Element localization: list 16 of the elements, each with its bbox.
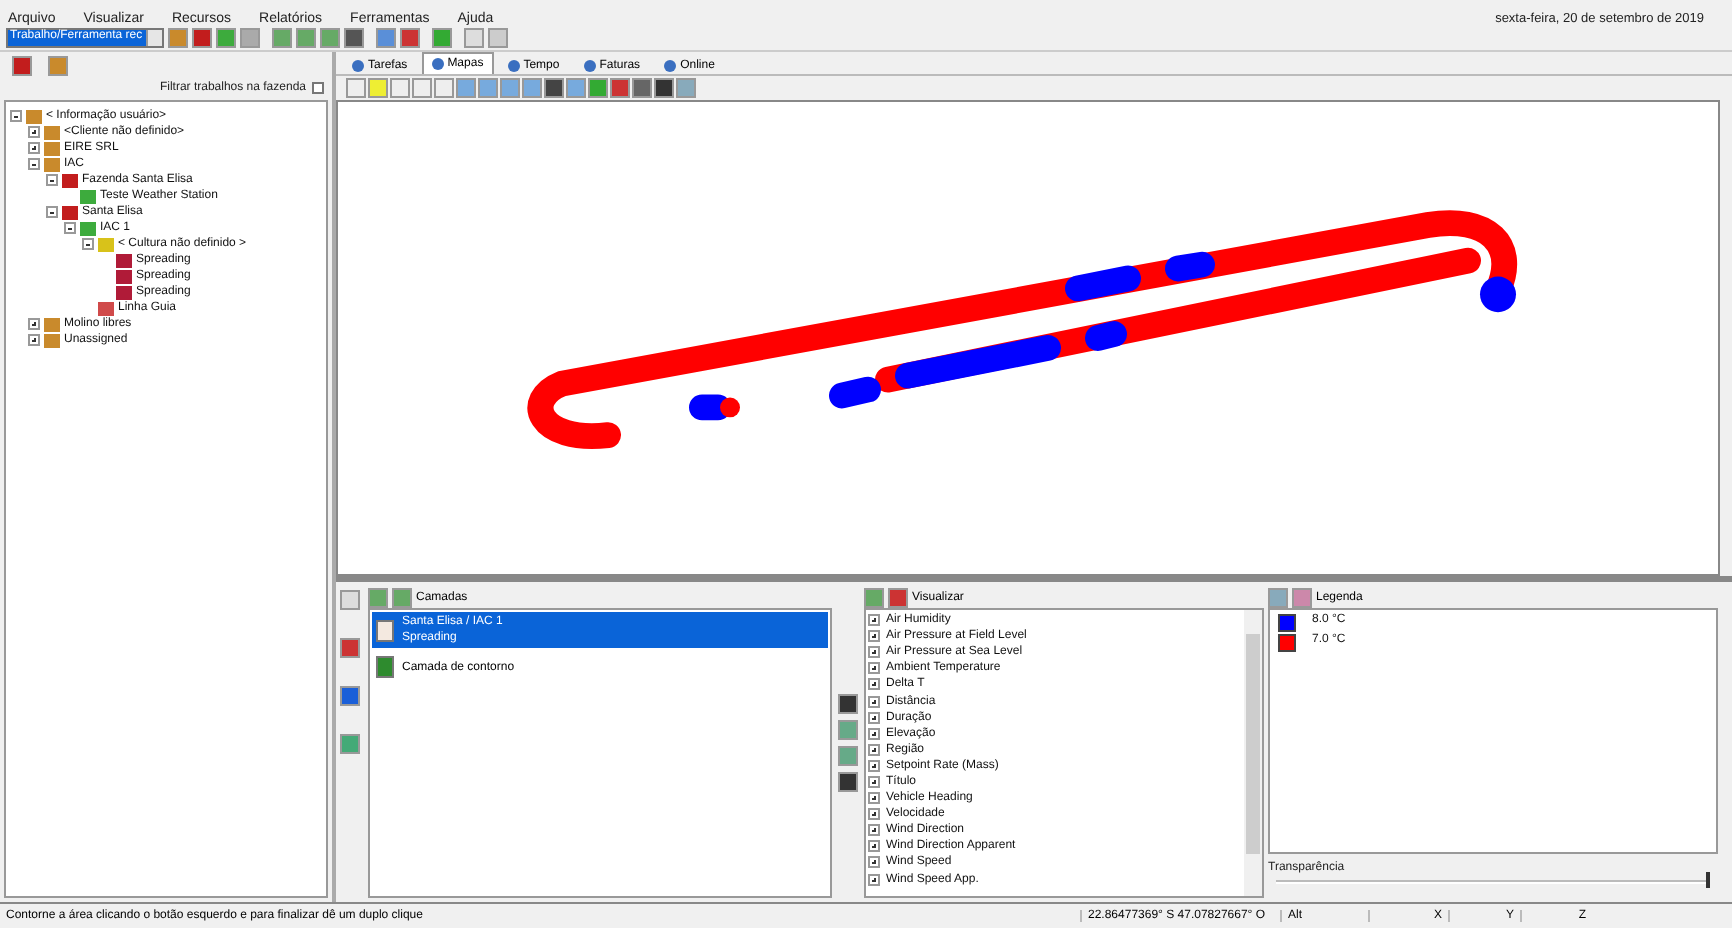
toolbar-icon[interactable] — [344, 28, 365, 48]
expander-icon[interactable] — [28, 126, 40, 138]
expander-icon[interactable] — [28, 142, 40, 154]
scrollbar[interactable] — [1244, 610, 1262, 896]
expander-icon[interactable] — [64, 222, 76, 234]
expander-icon[interactable] — [28, 318, 40, 330]
expander-icon[interactable] — [28, 334, 40, 346]
expander-icon[interactable] — [46, 174, 58, 186]
expander-icon[interactable] — [10, 110, 22, 122]
filter-checkbox[interactable] — [312, 82, 324, 94]
expander-icon[interactable] — [82, 238, 94, 250]
expander-icon[interactable] — [28, 158, 40, 170]
expander-icon[interactable] — [46, 206, 58, 218]
toolbar-icon[interactable] — [400, 28, 421, 48]
toolbar-icon[interactable] — [376, 28, 397, 48]
toolbar-icon[interactable] — [192, 28, 213, 48]
